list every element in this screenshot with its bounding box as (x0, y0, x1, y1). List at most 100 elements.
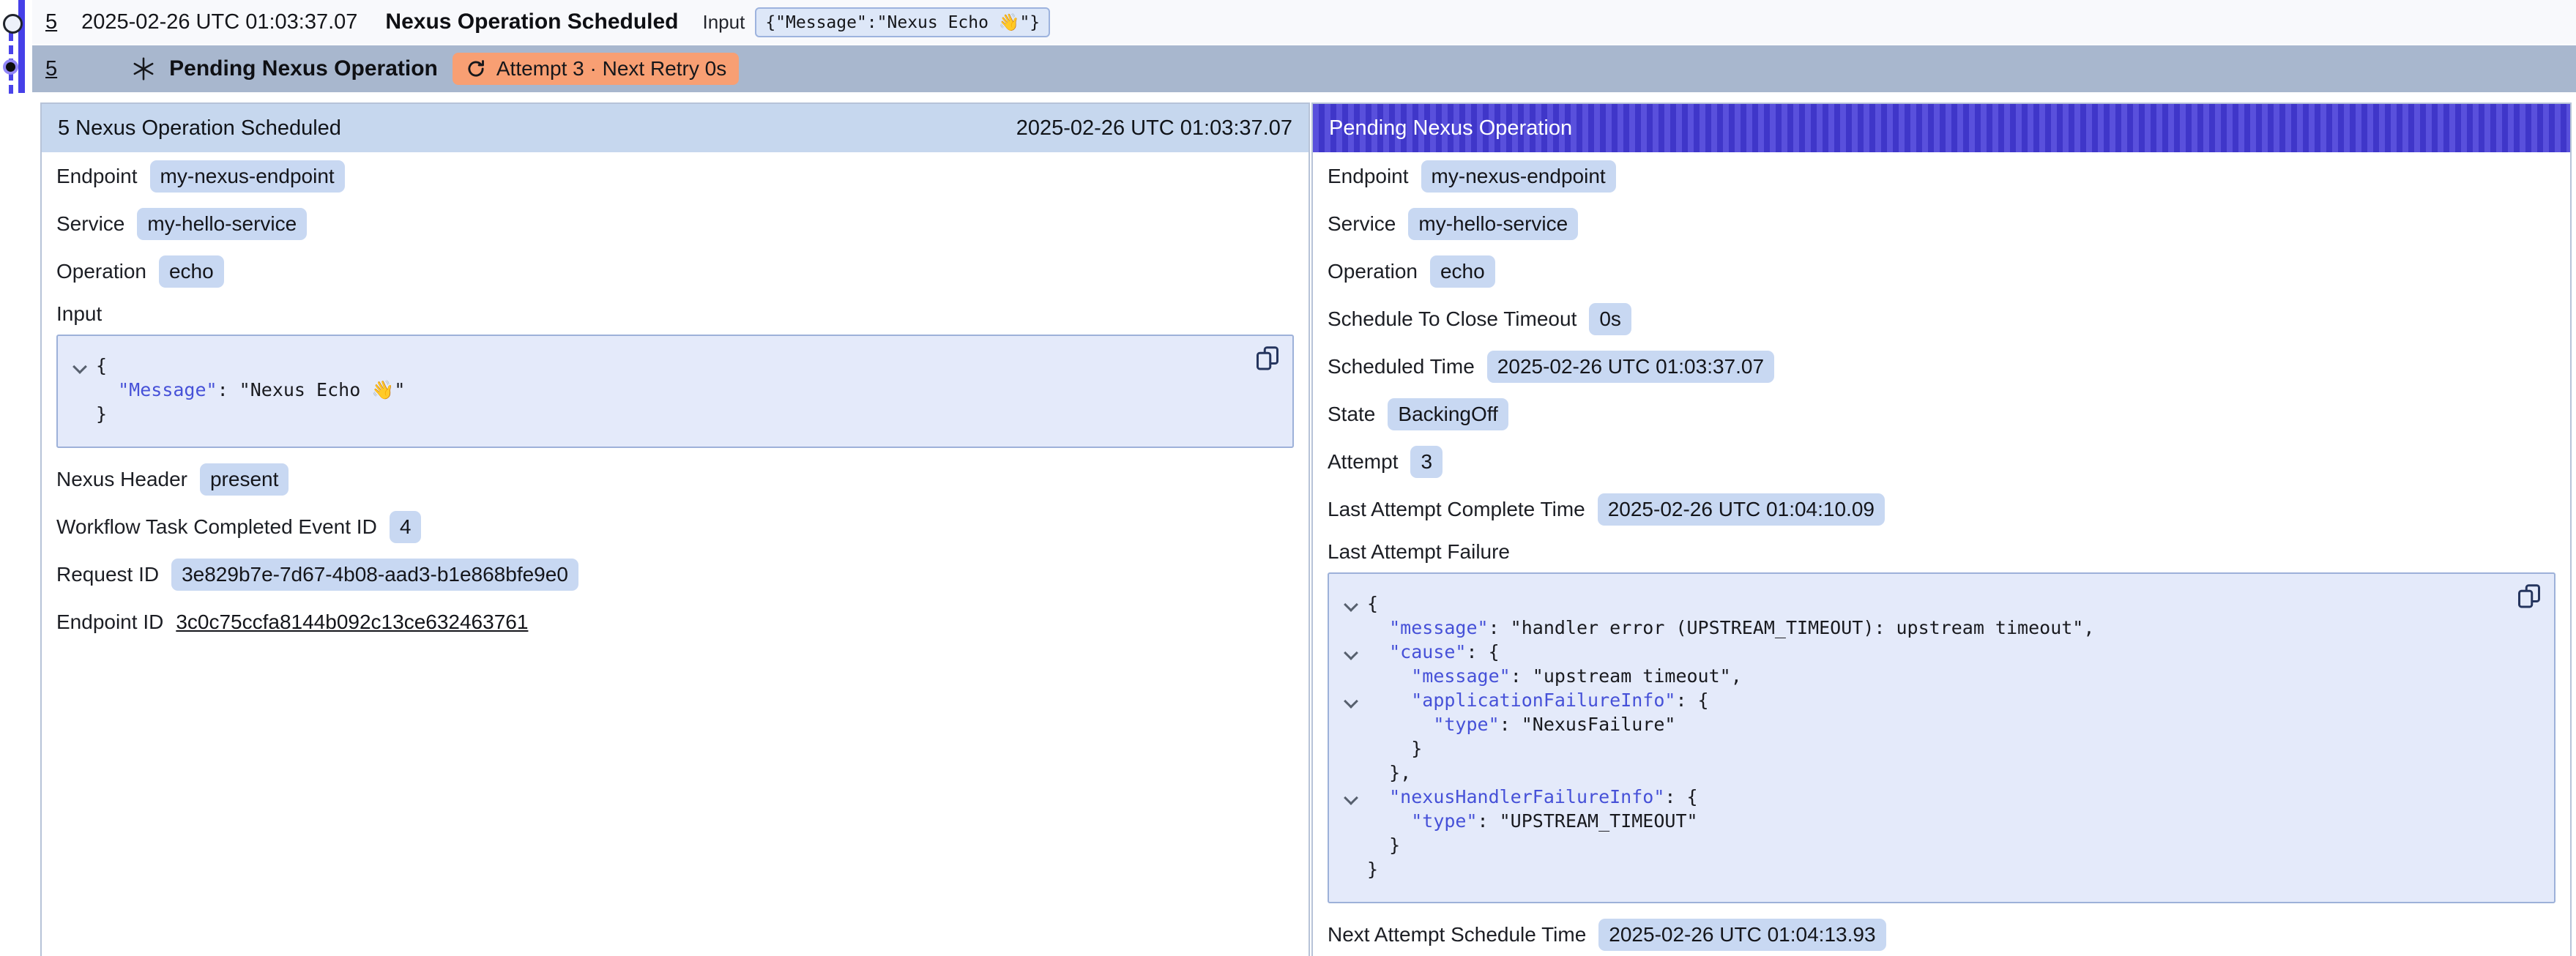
chevron-spacer (1338, 809, 1367, 833)
json-line: { (1338, 591, 2503, 616)
json-text: : { (1675, 690, 1708, 711)
field-value-badge: 3 (1410, 446, 1443, 478)
json-text: { (96, 355, 107, 376)
json-key: "type" (1433, 714, 1499, 735)
chevron-spacer (1338, 833, 1367, 857)
retry-icon (465, 58, 487, 80)
collapse-chevron-icon[interactable] (1338, 688, 1367, 712)
field-operation: Operation echo (56, 247, 1294, 295)
right-fields-top: Endpointmy-nexus-endpoint Service my-hello… (1313, 152, 2570, 533)
right-fields-bottom: Next Attempt Schedule Time2025-02-26 UTC… (1313, 911, 2570, 956)
field-label: Request ID (56, 563, 159, 586)
field-attempt: Attempt 3 (1328, 438, 2555, 485)
json-text: : "upstream timeout", (1511, 665, 1742, 687)
field-request-id: Request ID3e829b7e-7d67-4b08-aad3-b1e868… (56, 550, 1294, 598)
field-value-badge: 2025-02-26 UTC 01:03:37.07 (1487, 351, 1774, 383)
json-text: : "NexusFailure" (1500, 714, 1676, 735)
json-line: } (1338, 857, 2503, 881)
json-line: "nexusHandlerFailureInfo": { (1338, 785, 2503, 809)
event-node-current-icon[interactable] (3, 59, 18, 75)
json-text (1367, 810, 1411, 832)
json-text (1367, 786, 1389, 807)
left-fields-top: Endpointmy-nexus-endpointServicemy-hello… (42, 152, 1309, 295)
json-text: : "handler error (UPSTREAM_TIMEOUT): ups… (1489, 617, 2095, 638)
field-value-badge: my-nexus-endpoint (1421, 160, 1616, 193)
json-text: : { (1466, 641, 1499, 662)
pending-asterisk-icon (130, 56, 157, 82)
right-panel-title: Pending Nexus Operation (1329, 116, 1572, 141)
collapse-chevron-icon[interactable] (1338, 785, 1367, 809)
json-line: }, (1338, 761, 2503, 785)
field-label: Last Attempt Complete Time (1328, 498, 1585, 521)
json-line: "cause": { (1338, 640, 2503, 664)
collapse-chevron-icon[interactable] (1338, 640, 1367, 664)
field-label: Workflow Task Completed Event ID (56, 515, 377, 539)
attempt-retry-badge: Attempt 3 · Next Retry 0s (453, 53, 739, 85)
failure-json-viewer: { "message": "handler error (UPSTREAM_TI… (1328, 572, 2555, 903)
json-text (1367, 690, 1411, 711)
field-service: Servicemy-hello-service (56, 200, 1294, 247)
chevron-spacer (1338, 761, 1367, 785)
chevron-spacer (1338, 857, 1367, 881)
json-key: "cause" (1389, 641, 1466, 662)
json-line: "applicationFailureInfo": { (1338, 688, 2503, 712)
field-scheduled-time: Scheduled Time2025-02-26 UTC 01:03:37.07 (1328, 343, 2555, 390)
json-text: { (1367, 593, 1378, 614)
json-key: "Message" (118, 379, 217, 400)
event-row-scheduled[interactable]: 5 2025-02-26 UTC 01:03:37.07 Nexus Opera… (32, 0, 2576, 44)
field-value-badge: 4 (390, 511, 422, 543)
field-label: Service (1328, 212, 1396, 236)
json-line: { (67, 354, 1241, 378)
left-fields-bottom: Nexus Header present Workflow Task Complet… (42, 455, 1309, 646)
json-text: } (1367, 738, 1422, 759)
json-text: }, (1367, 762, 1411, 783)
panel-event-scheduled: 5 Nexus Operation Scheduled 2025-02-26 U… (40, 102, 1310, 956)
left-panel-header: 5 Nexus Operation Scheduled 2025-02-26 U… (42, 104, 1309, 152)
event-title: Pending Nexus Operation (169, 56, 438, 81)
field-label: State (1328, 403, 1375, 426)
field-value-badge: BackingOff (1388, 398, 1508, 430)
field-service: Service my-hello-service (1328, 200, 2555, 247)
json-key: "nexusHandlerFailureInfo" (1389, 786, 1664, 807)
field-value-badge: my-hello-service (137, 208, 307, 240)
field-label: Attempt (1328, 450, 1398, 474)
json-text: } (1367, 834, 1400, 856)
field-state: State BackingOff (1328, 390, 2555, 438)
field-endpoint: Endpointmy-nexus-endpoint (1328, 152, 2555, 200)
copy-button[interactable] (1254, 345, 1281, 371)
event-node-open-icon[interactable] (3, 14, 23, 34)
json-text (1367, 665, 1411, 687)
field-next-attempt-schedule-time: Next Attempt Schedule Time2025-02-26 UTC… (1328, 911, 2555, 956)
field-label: Operation (56, 260, 146, 283)
field-workflow-task-completed-event-id: Workflow Task Completed Event ID 4 (56, 503, 1294, 550)
json-line: "type": "UPSTREAM_TIMEOUT" (1338, 809, 2503, 833)
event-id-link[interactable]: 5 (45, 10, 57, 34)
field-endpoint: Endpointmy-nexus-endpoint (56, 152, 1294, 200)
event-id-link[interactable]: 5 (45, 57, 57, 81)
field-value-badge: echo (159, 255, 224, 288)
copy-button[interactable] (2516, 583, 2542, 609)
panel-pending-operation: Pending Nexus Operation Endpointmy-nexus… (1311, 102, 2572, 956)
chevron-spacer (67, 402, 96, 426)
input-block-label: Input (42, 295, 1309, 335)
field-last-attempt-complete-time: Last Attempt Complete Time2025-02-26 UTC… (1328, 485, 2555, 533)
json-text (1367, 714, 1433, 735)
json-line: "Message": "Nexus Echo 👋" (67, 378, 1241, 402)
json-line: } (1338, 833, 2503, 857)
json-key: "message" (1389, 617, 1488, 638)
field-operation: Operation echo (1328, 247, 2555, 295)
field-value-badge: echo (1430, 255, 1495, 288)
field-value-link[interactable]: 3c0c75ccfa8144b092c13ce632463761 (176, 610, 528, 634)
event-row-pending[interactable]: 5 Pending Nexus Operation Attempt 3 · Ne… (32, 45, 2576, 92)
collapse-chevron-icon[interactable] (1338, 591, 1367, 616)
field-endpoint-id: Endpoint ID3c0c75ccfa8144b092c13ce632463… (56, 598, 1294, 646)
collapse-chevron-icon[interactable] (67, 354, 96, 378)
json-line: } (1338, 736, 2503, 761)
field-label: Operation (1328, 260, 1418, 283)
event-title: Nexus Operation Scheduled (385, 10, 678, 34)
field-label: Nexus Header (56, 468, 187, 491)
json-line: "message": "upstream timeout", (1338, 664, 2503, 688)
field-value-badge: my-hello-service (1408, 208, 1578, 240)
json-line: } (67, 402, 1241, 426)
field-value-badge: present (200, 463, 289, 496)
